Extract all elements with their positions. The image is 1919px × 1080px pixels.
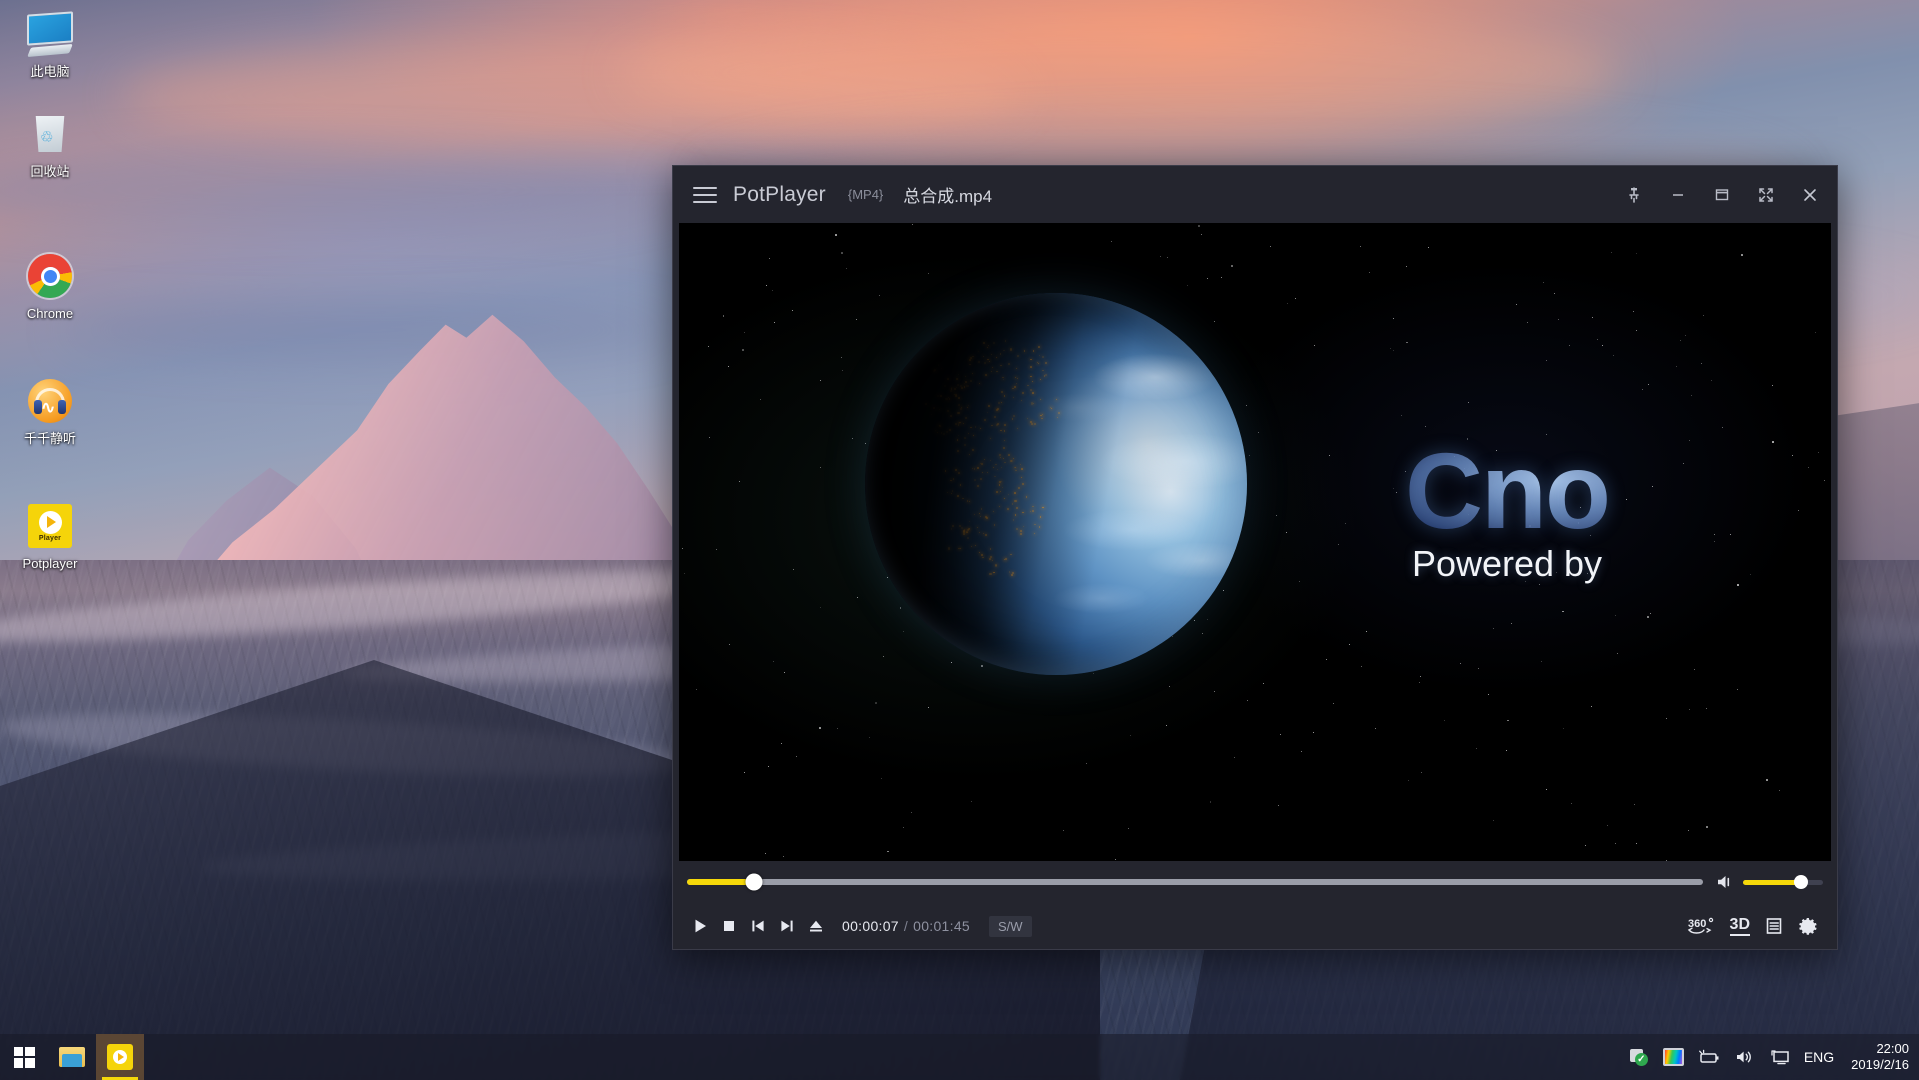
- playlist-icon[interactable]: [1764, 916, 1784, 936]
- maximize-icon[interactable]: [1703, 176, 1741, 214]
- titlebar[interactable]: PotPlayer {MP4} 总合成.mp4: [673, 166, 1837, 223]
- time-separator: /: [904, 918, 908, 934]
- video-overlay-text: Cno Powered by: [1297, 441, 1717, 585]
- display-icon[interactable]: [1769, 1048, 1791, 1066]
- volume-group: [1715, 873, 1823, 891]
- clock-time: 22:00: [1851, 1041, 1909, 1057]
- control-bar: 00:00:07 / 00:01:45 S/W 360 3D: [673, 861, 1837, 949]
- overlay-title: Cno: [1297, 441, 1717, 541]
- expand-icon[interactable]: [1747, 176, 1785, 214]
- volume-icon[interactable]: [1734, 1048, 1756, 1066]
- file-name: 总合成.mp4: [903, 182, 992, 207]
- seek-row: [683, 861, 1827, 903]
- windows-logo-icon: [14, 1047, 35, 1068]
- earth-globe: [865, 293, 1247, 675]
- desktop-icon-recycle-bin[interactable]: ♲ 回收站: [0, 108, 100, 179]
- potplayer-window: PotPlayer {MP4} 总合成.mp4 Cno Powered by 0…: [672, 165, 1838, 950]
- system-tray: ✓ ENG 22:00 2019/2/16: [1628, 1034, 1919, 1080]
- clock-date: 2019/2/16: [1851, 1057, 1909, 1073]
- window-controls: [1615, 176, 1829, 214]
- this-pc-icon: [0, 8, 100, 60]
- desktop-icon-label: Potplayer: [0, 556, 100, 571]
- volume-handle[interactable]: [1794, 875, 1808, 889]
- ttplayer-icon: ∿: [0, 375, 100, 427]
- clock[interactable]: 22:00 2019/2/16: [1851, 1041, 1909, 1073]
- minimize-icon[interactable]: [1659, 176, 1697, 214]
- language-indicator[interactable]: ENG: [1804, 1049, 1834, 1065]
- next-button[interactable]: [774, 913, 800, 939]
- total-time: 00:01:45: [913, 918, 970, 934]
- transport-row: 00:00:07 / 00:01:45 S/W 360 3D: [683, 903, 1827, 949]
- desktop-screen: 此电脑 ♲ 回收站 Chrome ∿ 千千静听 Player Potplayer…: [0, 0, 1919, 1080]
- current-time: 00:00:07: [842, 918, 899, 934]
- chrome-icon: [0, 250, 100, 302]
- video-viewport[interactable]: Cno Powered by: [679, 223, 1831, 861]
- eject-button[interactable]: [803, 913, 829, 939]
- desktop-icon-potplayer[interactable]: Player Potplayer: [0, 500, 100, 571]
- folder-icon: [59, 1047, 85, 1067]
- volume-slider[interactable]: [1743, 880, 1823, 885]
- speaker-icon[interactable]: [1715, 873, 1735, 891]
- time-display: 00:00:07 / 00:01:45: [842, 918, 970, 934]
- security-icon[interactable]: ✓: [1628, 1046, 1650, 1068]
- potplayer-icon: Player: [0, 500, 100, 552]
- app-name: PotPlayer: [733, 183, 826, 207]
- taskbar-item-file-explorer[interactable]: [48, 1034, 96, 1080]
- desktop-icon-label: 此电脑: [0, 64, 100, 79]
- gear-icon[interactable]: [1798, 916, 1819, 937]
- status-badge[interactable]: S/W: [989, 916, 1032, 937]
- taskbar-item-potplayer[interactable]: [96, 1034, 144, 1080]
- desktop-icon-this-pc[interactable]: 此电脑: [0, 8, 100, 79]
- desktop-icon-chrome[interactable]: Chrome: [0, 250, 100, 321]
- seek-handle[interactable]: [746, 874, 763, 891]
- stop-button[interactable]: [716, 913, 742, 939]
- close-icon[interactable]: [1791, 176, 1829, 214]
- battery-icon[interactable]: [1697, 1048, 1721, 1066]
- previous-button[interactable]: [745, 913, 771, 939]
- color-profile-icon[interactable]: [1663, 1048, 1684, 1066]
- potplayer-icon: [107, 1044, 133, 1070]
- right-tools: 360 3D: [1686, 915, 1823, 937]
- taskbar: ✓ ENG 22:00 2019/2/16: [0, 1034, 1919, 1080]
- play-button[interactable]: [687, 913, 713, 939]
- recycle-bin-icon: ♲: [0, 108, 100, 160]
- desktop-icon-label: Chrome: [0, 306, 100, 321]
- vr-360-button[interactable]: 360: [1686, 915, 1716, 937]
- pin-icon[interactable]: [1615, 176, 1653, 214]
- start-button[interactable]: [0, 1034, 48, 1080]
- desktop-icon-ttplayer[interactable]: ∿ 千千静听: [0, 375, 100, 446]
- desktop-icon-label: 回收站: [0, 164, 100, 179]
- three-d-button[interactable]: 3D: [1730, 917, 1750, 936]
- format-tag: {MP4}: [848, 187, 883, 202]
- desktop-icon-label: 千千静听: [0, 431, 100, 446]
- overlay-subtitle: Powered by: [1297, 543, 1717, 585]
- seek-slider[interactable]: [687, 879, 1703, 885]
- hamburger-menu-icon[interactable]: [689, 179, 721, 211]
